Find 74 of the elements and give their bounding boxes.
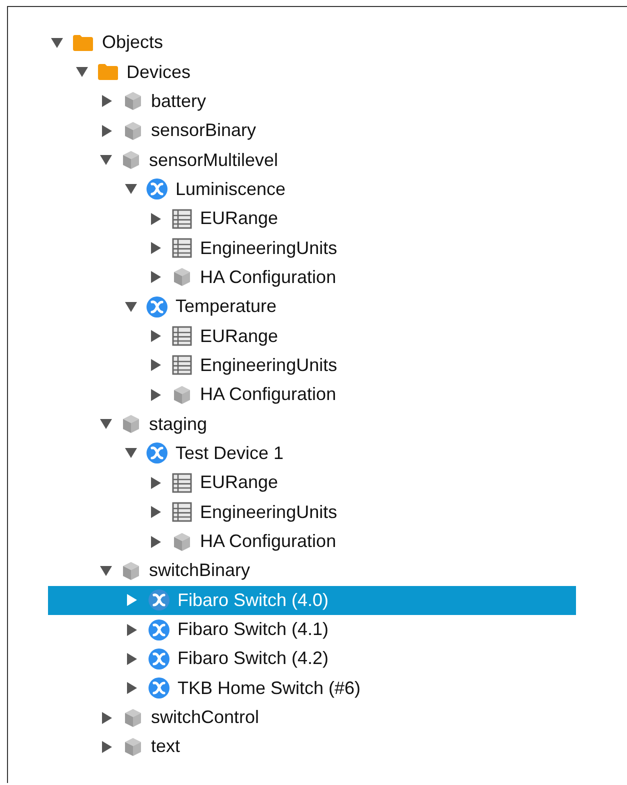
tree-item[interactable]: text [48,732,576,762]
tree-item[interactable]: EURange [48,321,576,351]
x-circle-icon [148,648,170,670]
expander-icon[interactable] [151,271,161,284]
x-circle-icon [146,296,168,318]
cube-icon [123,708,143,728]
expander-icon[interactable] [100,419,112,430]
cube-icon [172,267,192,288]
expander-icon[interactable] [151,359,161,372]
tree-item[interactable]: sensorBinary [48,116,576,146]
tree-item[interactable]: EngineeringUnits [48,350,576,380]
expander-icon[interactable] [126,652,136,665]
tree-item[interactable]: HA Configuration [48,526,576,556]
expander-icon[interactable] [124,302,136,312]
tree-item[interactable]: EURange [48,468,576,498]
expander-icon[interactable] [76,67,88,78]
cube-icon [121,414,141,434]
expander-icon[interactable] [51,38,63,48]
expander-icon[interactable] [100,566,112,576]
x-circle-icon [148,677,170,700]
tree-item[interactable]: Fibaro Switch (4.1) [48,614,576,644]
expander-icon[interactable] [102,712,112,724]
tree-item[interactable]: Luminiscence [48,174,576,204]
expander-icon[interactable] [102,740,112,753]
table-icon [172,326,192,346]
cube-icon [121,560,141,581]
table-icon [172,355,192,376]
tree-item[interactable]: switchBinary [48,556,576,586]
table-icon [172,472,192,493]
expander-icon[interactable] [151,212,161,225]
expander-icon[interactable] [126,682,136,694]
expander-icon[interactable] [100,155,112,166]
table-icon [172,502,192,522]
table-icon [172,208,192,229]
expander-icon[interactable] [126,594,136,606]
expander-icon[interactable] [124,184,136,194]
tree-item[interactable]: Devices [48,57,576,87]
tree-item[interactable]: Temperature [48,292,576,322]
cube-icon [123,91,143,112]
expander-icon[interactable] [102,124,112,137]
expander-icon[interactable] [124,448,136,458]
tree-item[interactable]: sensorMultilevel [48,145,576,175]
x-circle-icon [148,589,170,612]
tree-item[interactable]: TKB Home Switch (#6) [48,674,576,703]
expander-icon[interactable] [126,624,136,636]
x-circle-icon [146,178,168,200]
tree-item[interactable]: EURange [48,204,576,234]
cube-icon [172,384,192,405]
x-circle-icon [146,442,168,464]
tree-item[interactable]: Test Device 1 [48,438,576,468]
folder-icon [96,63,118,82]
cube-icon [121,150,141,170]
tree-item[interactable]: Objects [48,28,576,58]
tree-item[interactable]: EngineeringUnits [48,498,576,527]
cube-icon [123,120,143,141]
folder-icon [72,34,94,52]
table-icon [172,238,192,258]
expander-icon[interactable] [102,95,112,108]
expander-icon[interactable] [151,506,161,518]
tree-item[interactable]: HA Configuration [48,262,576,292]
tree-item[interactable]: switchControl [48,702,576,732]
tree-item[interactable]: EngineeringUnits [48,233,576,263]
cube-icon [172,532,192,552]
tree-item[interactable]: battery [48,86,576,116]
tree-item[interactable]: staging [48,409,576,439]
cube-icon [123,736,143,757]
expander-icon[interactable] [151,330,161,342]
expander-icon[interactable] [151,476,161,489]
expander-icon[interactable] [151,536,161,548]
tree-item[interactable]: HA Configuration [48,380,576,410]
x-circle-icon [148,618,170,641]
tree-item[interactable]: Fibaro Switch (4.2) [48,644,576,674]
expander-icon[interactable] [151,388,161,401]
expander-icon[interactable] [151,242,161,254]
